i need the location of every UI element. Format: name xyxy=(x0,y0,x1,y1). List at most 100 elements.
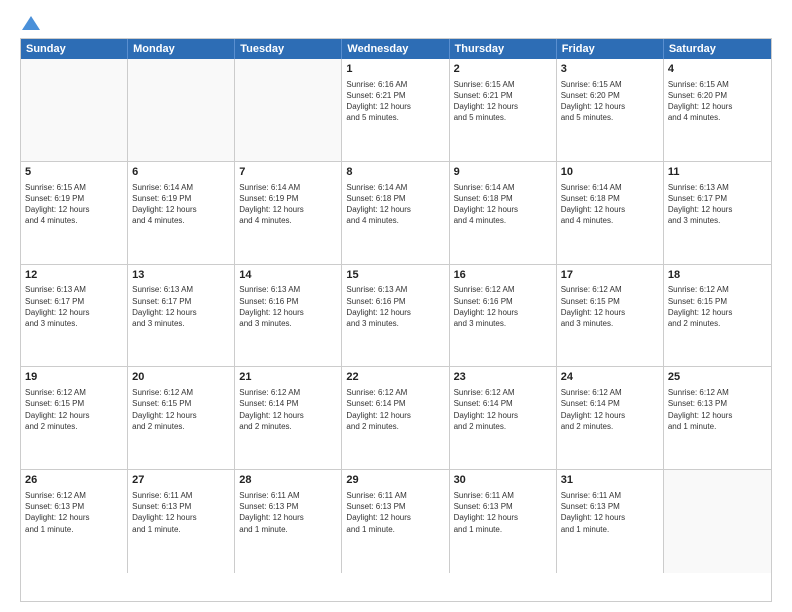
day-info: Sunrise: 6:14 AM Sunset: 6:19 PM Dayligh… xyxy=(239,182,337,227)
day-number: 26 xyxy=(25,473,123,488)
day-info: Sunrise: 6:11 AM Sunset: 6:13 PM Dayligh… xyxy=(239,490,337,535)
calendar-cell: 7 Sunrise: 6:14 AM Sunset: 6:19 PM Daylig… xyxy=(235,162,342,264)
calendar-cell: 17Sunrise: 6:12 AM Sunset: 6:15 PM Dayli… xyxy=(557,265,664,367)
day-info: Sunrise: 6:12 AM Sunset: 6:13 PM Dayligh… xyxy=(668,387,767,432)
day-info: Sunrise: 6:15 AM Sunset: 6:19 PM Dayligh… xyxy=(25,182,123,227)
day-number: 12 xyxy=(25,268,123,283)
calendar-cell: 8 Sunrise: 6:14 AM Sunset: 6:18 PM Daylig… xyxy=(342,162,449,264)
calendar-cell: 15Sunrise: 6:13 AM Sunset: 6:16 PM Dayli… xyxy=(342,265,449,367)
day-info: Sunrise: 6:15 AM Sunset: 6:20 PM Dayligh… xyxy=(561,79,659,124)
day-number: 15 xyxy=(346,268,444,283)
weekday-header: Friday xyxy=(557,39,664,59)
day-info: Sunrise: 6:12 AM Sunset: 6:14 PM Dayligh… xyxy=(561,387,659,432)
day-number: 2 xyxy=(454,62,552,77)
calendar-cell: 19 Sunrise: 6:12 AM Sunset: 6:15 PM Dayli… xyxy=(21,367,128,469)
calendar: SundayMondayTuesdayWednesdayThursdayFrid… xyxy=(20,38,772,602)
calendar-cell: 5Sunrise: 6:15 AM Sunset: 6:19 PM Daylig… xyxy=(21,162,128,264)
page: SundayMondayTuesdayWednesdayThursdayFrid… xyxy=(0,0,792,612)
calendar-cell: 29 Sunrise: 6:11 AM Sunset: 6:13 PM Dayli… xyxy=(342,470,449,573)
calendar-cell: 23 Sunrise: 6:12 AM Sunset: 6:14 PM Dayli… xyxy=(450,367,557,469)
day-info: Sunrise: 6:14 AM Sunset: 6:18 PM Dayligh… xyxy=(561,182,659,227)
calendar-cell: 25 Sunrise: 6:12 AM Sunset: 6:13 PM Dayli… xyxy=(664,367,771,469)
day-info: Sunrise: 6:13 AM Sunset: 6:17 PM Dayligh… xyxy=(668,182,767,227)
day-number: 1 xyxy=(346,62,444,77)
calendar-cell: 28Sunrise: 6:11 AM Sunset: 6:13 PM Dayli… xyxy=(235,470,342,573)
day-number: 24 xyxy=(561,370,659,385)
day-number: 8 xyxy=(346,165,444,180)
day-number: 22 xyxy=(346,370,444,385)
logo-icon xyxy=(22,16,40,30)
calendar-week-row: 5Sunrise: 6:15 AM Sunset: 6:19 PM Daylig… xyxy=(21,162,771,265)
day-info: Sunrise: 6:13 AM Sunset: 6:16 PM Dayligh… xyxy=(239,284,337,329)
day-number: 9 xyxy=(454,165,552,180)
calendar-week-row: 26 Sunrise: 6:12 AM Sunset: 6:13 PM Dayli… xyxy=(21,470,771,573)
day-number: 10 xyxy=(561,165,659,180)
calendar-cell: 16Sunrise: 6:12 AM Sunset: 6:16 PM Dayli… xyxy=(450,265,557,367)
day-number: 14 xyxy=(239,268,337,283)
calendar-cell: 9 Sunrise: 6:14 AM Sunset: 6:18 PM Daylig… xyxy=(450,162,557,264)
day-number: 30 xyxy=(454,473,552,488)
calendar-cell: 10 Sunrise: 6:14 AM Sunset: 6:18 PM Dayli… xyxy=(557,162,664,264)
day-number: 23 xyxy=(454,370,552,385)
day-number: 17 xyxy=(561,268,659,283)
calendar-cell: 3 Sunrise: 6:15 AM Sunset: 6:20 PM Daylig… xyxy=(557,59,664,161)
day-number: 21 xyxy=(239,370,337,385)
calendar-cell: 2Sunrise: 6:15 AM Sunset: 6:21 PM Daylig… xyxy=(450,59,557,161)
day-number: 19 xyxy=(25,370,123,385)
calendar-header: SundayMondayTuesdayWednesdayThursdayFrid… xyxy=(21,39,771,59)
day-info: Sunrise: 6:14 AM Sunset: 6:19 PM Dayligh… xyxy=(132,182,230,227)
day-info: Sunrise: 6:16 AM Sunset: 6:21 PM Dayligh… xyxy=(346,79,444,124)
day-number: 27 xyxy=(132,473,230,488)
day-info: Sunrise: 6:11 AM Sunset: 6:13 PM Dayligh… xyxy=(454,490,552,535)
day-info: Sunrise: 6:12 AM Sunset: 6:15 PM Dayligh… xyxy=(25,387,123,432)
day-number: 31 xyxy=(561,473,659,488)
calendar-week-row: 1 Sunrise: 6:16 AM Sunset: 6:21 PM Daylig… xyxy=(21,59,771,162)
weekday-header: Thursday xyxy=(450,39,557,59)
calendar-cell: 27 Sunrise: 6:11 AM Sunset: 6:13 PM Dayli… xyxy=(128,470,235,573)
day-number: 13 xyxy=(132,268,230,283)
day-info: Sunrise: 6:11 AM Sunset: 6:13 PM Dayligh… xyxy=(132,490,230,535)
calendar-cell: 14Sunrise: 6:13 AM Sunset: 6:16 PM Dayli… xyxy=(235,265,342,367)
day-info: Sunrise: 6:12 AM Sunset: 6:15 PM Dayligh… xyxy=(668,284,767,329)
calendar-cell: 4 Sunrise: 6:15 AM Sunset: 6:20 PM Daylig… xyxy=(664,59,771,161)
day-info: Sunrise: 6:13 AM Sunset: 6:17 PM Dayligh… xyxy=(132,284,230,329)
day-number: 11 xyxy=(668,165,767,180)
calendar-cell: 11 Sunrise: 6:13 AM Sunset: 6:17 PM Dayli… xyxy=(664,162,771,264)
day-number: 20 xyxy=(132,370,230,385)
day-number: 29 xyxy=(346,473,444,488)
weekday-header: Monday xyxy=(128,39,235,59)
day-number: 18 xyxy=(668,268,767,283)
calendar-week-row: 19 Sunrise: 6:12 AM Sunset: 6:15 PM Dayli… xyxy=(21,367,771,470)
day-info: Sunrise: 6:13 AM Sunset: 6:16 PM Dayligh… xyxy=(346,284,444,329)
day-info: Sunrise: 6:15 AM Sunset: 6:20 PM Dayligh… xyxy=(668,79,767,124)
calendar-cell xyxy=(21,59,128,161)
calendar-cell: 22 Sunrise: 6:12 AM Sunset: 6:14 PM Dayli… xyxy=(342,367,449,469)
day-number: 25 xyxy=(668,370,767,385)
day-info: Sunrise: 6:12 AM Sunset: 6:14 PM Dayligh… xyxy=(239,387,337,432)
day-info: Sunrise: 6:11 AM Sunset: 6:13 PM Dayligh… xyxy=(561,490,659,535)
day-info: Sunrise: 6:14 AM Sunset: 6:18 PM Dayligh… xyxy=(346,182,444,227)
weekday-header: Tuesday xyxy=(235,39,342,59)
day-number: 7 xyxy=(239,165,337,180)
header xyxy=(20,16,772,28)
day-info: Sunrise: 6:11 AM Sunset: 6:13 PM Dayligh… xyxy=(346,490,444,535)
weekday-header: Wednesday xyxy=(342,39,449,59)
day-info: Sunrise: 6:12 AM Sunset: 6:14 PM Dayligh… xyxy=(346,387,444,432)
weekday-header: Sunday xyxy=(21,39,128,59)
calendar-cell xyxy=(664,470,771,573)
day-info: Sunrise: 6:12 AM Sunset: 6:15 PM Dayligh… xyxy=(132,387,230,432)
calendar-cell xyxy=(128,59,235,161)
day-info: Sunrise: 6:14 AM Sunset: 6:18 PM Dayligh… xyxy=(454,182,552,227)
day-number: 3 xyxy=(561,62,659,77)
calendar-cell: 26 Sunrise: 6:12 AM Sunset: 6:13 PM Dayli… xyxy=(21,470,128,573)
calendar-cell: 12Sunrise: 6:13 AM Sunset: 6:17 PM Dayli… xyxy=(21,265,128,367)
day-info: Sunrise: 6:13 AM Sunset: 6:17 PM Dayligh… xyxy=(25,284,123,329)
day-number: 6 xyxy=(132,165,230,180)
calendar-cell: 13Sunrise: 6:13 AM Sunset: 6:17 PM Dayli… xyxy=(128,265,235,367)
day-number: 4 xyxy=(668,62,767,77)
logo xyxy=(20,16,40,28)
day-info: Sunrise: 6:12 AM Sunset: 6:16 PM Dayligh… xyxy=(454,284,552,329)
day-info: Sunrise: 6:12 AM Sunset: 6:14 PM Dayligh… xyxy=(454,387,552,432)
day-info: Sunrise: 6:12 AM Sunset: 6:13 PM Dayligh… xyxy=(25,490,123,535)
calendar-cell xyxy=(235,59,342,161)
